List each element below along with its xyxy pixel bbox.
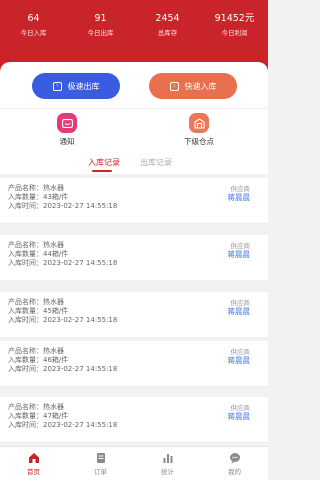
fast-inbound-button[interactable]: ↓ 快速入库 (149, 73, 237, 99)
record-time: 入库时间：2023-02-27 14:55:18 (8, 421, 118, 429)
sub-warehouse-label: 下级仓点 (184, 137, 214, 146)
shortcuts-card: 通知 下级仓点 (0, 108, 268, 152)
record-tabs: 入库记录 出库记录 (0, 152, 268, 174)
stat-value: 2454 (155, 13, 180, 24)
record-supplier[interactable]: 蒋晨晨 (228, 192, 251, 203)
record-item[interactable]: 产品名称：热水器 入库数量：47箱/件 入库时间：2023-02-27 14:5… (0, 397, 268, 443)
stat-today-profit[interactable]: 91452元 今日利润 (201, 12, 268, 42)
home-icon (28, 453, 39, 463)
stats-icon (163, 454, 172, 463)
record-item[interactable]: 产品名称：热水器 入库数量：43箱/件 入库时间：2023-02-27 14:5… (0, 178, 268, 224)
record-time: 入库时间：2023-02-27 14:55:18 (8, 316, 118, 324)
record-item[interactable]: 产品名称：热水器 入库数量：46箱/件 入库时间：2023-02-27 14:5… (0, 341, 268, 387)
notify-shortcut[interactable]: 通知 (37, 113, 97, 147)
record-supplier[interactable]: 蒋晨晨 (228, 411, 251, 422)
export-icon: ↑ (52, 81, 62, 91)
nav-home-label: 首页 (27, 468, 40, 476)
stat-label: 今日入库 (20, 29, 47, 37)
nav-profile[interactable]: 我的 (201, 447, 268, 480)
bottom-nav: 首页 订单 统计 我的 (0, 446, 268, 480)
quick-actions-card: ↑ 极速出库 ↓ 快速入库 (0, 62, 268, 108)
record-supplier[interactable]: 蒋晨晨 (228, 306, 251, 317)
fast-outbound-label: 极速出库 (67, 81, 100, 91)
record-quantity: 入库数量：44箱/件 (8, 250, 69, 258)
stat-value: 64 (27, 13, 40, 24)
message-icon (57, 113, 77, 133)
record-item[interactable]: 产品名称：热水器 入库数量：44箱/件 入库时间：2023-02-27 14:5… (0, 235, 268, 281)
nav-stats[interactable]: 统计 (134, 447, 201, 480)
notify-label: 通知 (59, 137, 75, 146)
nav-stats-label: 统计 (161, 468, 174, 476)
tab-outbound-records[interactable]: 出库记录 (140, 157, 172, 168)
record-product: 产品名称：热水器 (8, 298, 64, 306)
record-time: 入库时间：2023-02-27 14:55:18 (8, 202, 118, 210)
stat-today-out[interactable]: 91 今日出库 (67, 12, 134, 42)
stat-value: 91 (94, 13, 107, 24)
tab-inbound-records[interactable]: 入库记录 (88, 157, 120, 168)
nav-orders[interactable]: 订单 (67, 447, 134, 480)
nav-home[interactable]: 首页 (0, 447, 67, 480)
stat-total-stock[interactable]: 2454 总库存 (134, 12, 201, 42)
record-product: 产品名称：热水器 (8, 184, 64, 192)
stat-value: 91452元 (214, 13, 255, 24)
orders-icon (96, 453, 105, 463)
stat-today-in[interactable]: 64 今日入库 (0, 12, 67, 42)
stat-label: 总库存 (157, 29, 178, 37)
fast-outbound-button[interactable]: ↑ 极速出库 (32, 73, 120, 99)
record-product: 产品名称：热水器 (8, 241, 64, 249)
profile-icon (229, 453, 240, 464)
record-time: 入库时间：2023-02-27 14:55:18 (8, 259, 118, 267)
stat-label: 今日出库 (87, 29, 114, 37)
record-time: 入库时间：2023-02-27 14:55:18 (8, 365, 118, 373)
nav-profile-label: 我的 (228, 468, 241, 476)
warehouse-glyph (193, 117, 205, 129)
fast-inbound-label: 快速入库 (184, 81, 217, 91)
record-quantity: 入库数量：46箱/件 (8, 356, 69, 364)
sub-warehouse-shortcut[interactable]: 下级仓点 (169, 113, 229, 147)
record-product: 产品名称：热水器 (8, 403, 64, 411)
warehouse-icon (189, 113, 209, 133)
active-tab-indicator (92, 170, 112, 172)
stat-label: 今日利润 (221, 29, 248, 37)
record-product: 产品名称：热水器 (8, 347, 64, 355)
record-supplier[interactable]: 蒋晨晨 (228, 249, 251, 260)
import-icon: ↓ (169, 81, 179, 91)
nav-orders-label: 订单 (94, 468, 107, 476)
record-supplier[interactable]: 蒋晨晨 (228, 355, 251, 366)
record-quantity: 入库数量：43箱/件 (8, 193, 69, 201)
record-quantity: 入库数量：47箱/件 (8, 412, 69, 420)
stats-bar: 64 今日入库 91 今日出库 2454 总库存 91452元 今日利润 (0, 12, 268, 42)
record-quantity: 入库数量：45箱/件 (8, 307, 69, 315)
record-item[interactable]: 产品名称：热水器 入库数量：45箱/件 入库时间：2023-02-27 14:5… (0, 292, 268, 338)
message-glyph (61, 118, 73, 128)
